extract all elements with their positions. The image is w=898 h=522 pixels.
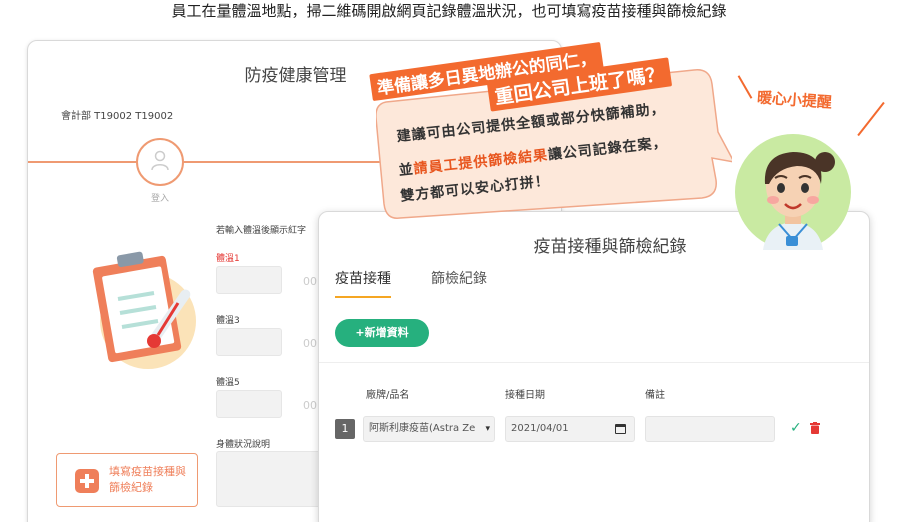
temperature5-label: 體溫5 — [216, 378, 240, 388]
column-header-note: 備註 — [645, 390, 665, 401]
condition-textarea[interactable] — [216, 451, 326, 507]
bubble-line2-pre: 並 — [398, 161, 415, 180]
login-step-circle[interactable] — [136, 138, 184, 186]
fill-vaccine-record-label: 填寫疫苗接種與篩檢紀錄 — [109, 465, 186, 494]
divider — [319, 362, 869, 363]
temperature1-label: 體溫1 — [216, 254, 240, 264]
tip-accent-stroke — [857, 101, 885, 137]
clipboard-thermometer-icon — [92, 251, 196, 369]
page-headline: 員工在量體溫地點，掃二維碼開啟網頁記錄體溫狀況，也可填寫疫苗接種與篩檢紀錄 — [171, 2, 727, 20]
note-input[interactable] — [645, 416, 775, 442]
column-header-date: 接種日期 — [505, 390, 545, 401]
brand-select-value: 阿斯利康疫苗(Astra Ze — [369, 423, 476, 434]
temperature3-unit: 00 — [303, 337, 317, 350]
user-icon — [151, 150, 169, 171]
temperature3-input[interactable] — [216, 328, 282, 356]
column-header-brand: 廠牌/品名 — [366, 390, 410, 401]
temperature3-label: 體溫3 — [216, 316, 240, 326]
add-record-button[interactable]: +新增資料 — [335, 319, 429, 347]
tab-vaccination[interactable]: 疫苗接種 — [335, 268, 391, 298]
date-input-value: 2021/04/01 — [511, 423, 569, 434]
date-input[interactable]: 2021/04/01 — [505, 416, 635, 442]
temperature5-input[interactable] — [216, 390, 282, 418]
tip-accent-stroke — [737, 75, 753, 99]
temperature1-unit: 00 — [303, 275, 317, 288]
tab-screening[interactable]: 篩檢紀錄 — [431, 268, 487, 296]
temperature5-unit: 00 — [303, 399, 317, 412]
nurse-avatar-icon — [735, 134, 851, 250]
fill-vaccine-record-button[interactable]: 填寫疫苗接種與篩檢紀錄 — [56, 453, 198, 507]
row-index: 1 — [335, 419, 355, 439]
chevron-down-icon: ▾ — [485, 424, 490, 434]
brand-select[interactable]: 阿斯利康疫苗(Astra Ze ▾ — [363, 416, 495, 442]
tip-title: 暖心小提醒 — [756, 88, 833, 112]
condition-label: 身體狀況說明 — [216, 440, 271, 450]
login-step-label: 登入 — [150, 194, 169, 204]
calendar-icon — [615, 424, 626, 434]
plus-icon — [75, 469, 99, 493]
temperature1-input[interactable] — [216, 266, 282, 294]
department-id: 會計部 T19002 T19002 — [61, 111, 174, 122]
temperature-hint: 若輸入體溫後顯示紅字 — [216, 226, 307, 236]
check-icon[interactable]: ✓ — [790, 420, 802, 436]
vaccine-record-card: 疫苗接種與篩檢紀錄 疫苗接種 篩檢紀錄 +新增資料 廠牌/品名 接種日期 備註 … — [318, 211, 870, 522]
trash-icon[interactable] — [810, 422, 820, 434]
